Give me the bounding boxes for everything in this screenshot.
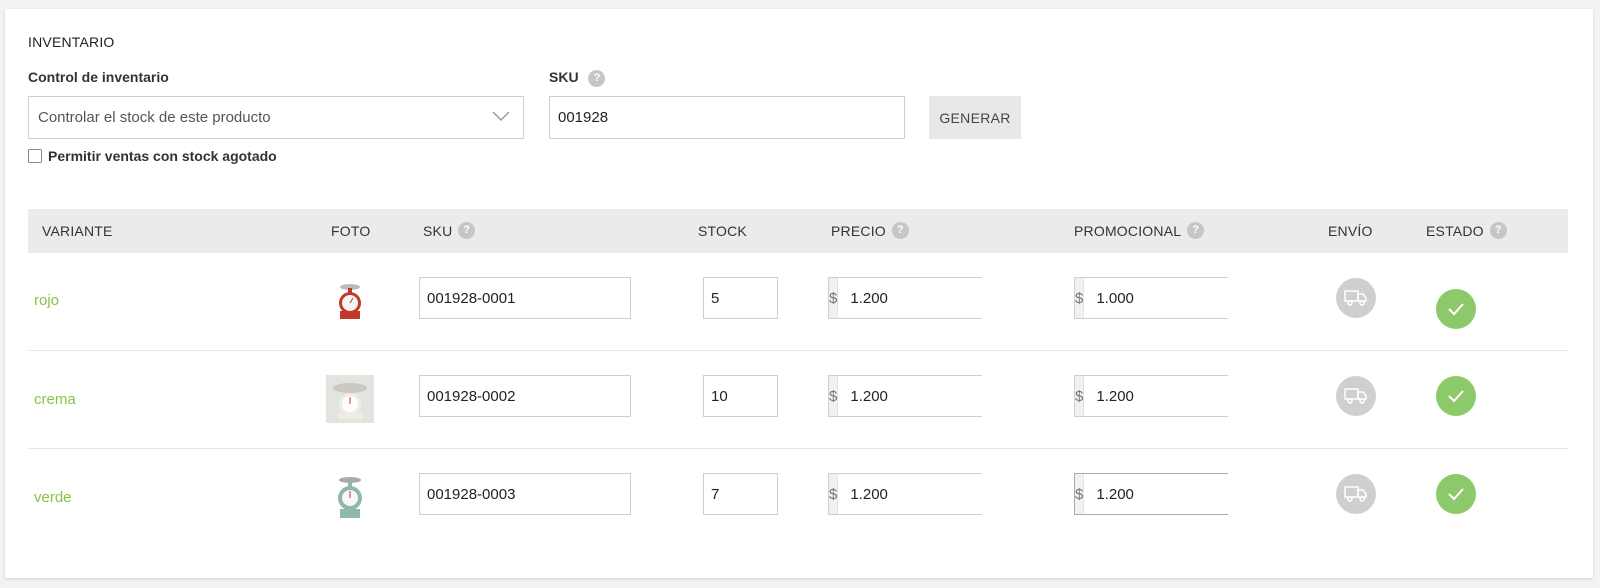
promo-price-field[interactable]: $ bbox=[1074, 375, 1308, 417]
inventory-control-value: Controlar el stock de este producto bbox=[38, 109, 271, 126]
price-input[interactable] bbox=[838, 474, 1062, 514]
header-price-group: PRECIO? bbox=[831, 222, 909, 240]
promo-price-field[interactable]: $ bbox=[1074, 277, 1308, 319]
variant-sku-input[interactable] bbox=[419, 375, 631, 417]
shipping-toggle[interactable] bbox=[1336, 474, 1376, 514]
truck-icon bbox=[1344, 388, 1367, 404]
shipping-toggle[interactable] bbox=[1336, 376, 1376, 416]
truck-icon bbox=[1344, 486, 1367, 502]
allow-backorder-checkbox[interactable] bbox=[28, 149, 42, 163]
help-icon[interactable]: ? bbox=[588, 69, 606, 87]
variant-sku-input[interactable] bbox=[419, 473, 631, 515]
stock-input[interactable] bbox=[703, 277, 778, 319]
header-status: ESTADO bbox=[1426, 223, 1484, 239]
generate-button[interactable]: GENERAR bbox=[929, 96, 1021, 139]
variants-table-header: VARIANTE FOTO SKU? STOCK PRECIO? PROMOCI… bbox=[28, 209, 1568, 253]
stock-input[interactable] bbox=[703, 375, 778, 417]
truck-icon bbox=[1344, 290, 1367, 306]
promo-price-input[interactable] bbox=[1084, 474, 1308, 514]
help-icon[interactable]: ? bbox=[458, 222, 476, 240]
header-variant: VARIANTE bbox=[42, 223, 113, 239]
status-toggle[interactable] bbox=[1436, 376, 1476, 416]
check-icon bbox=[1448, 488, 1464, 501]
header-sku-group: SKU? bbox=[423, 222, 476, 240]
sku-label: SKU bbox=[549, 69, 579, 85]
check-icon bbox=[1448, 303, 1464, 316]
currency-symbol: $ bbox=[829, 376, 839, 416]
table-row: verde $ $ bbox=[28, 449, 1568, 547]
variant-name[interactable]: verde bbox=[34, 489, 72, 506]
help-icon[interactable]: ? bbox=[1489, 222, 1507, 240]
currency-symbol: $ bbox=[1075, 474, 1085, 514]
variant-sku-input[interactable] bbox=[419, 277, 631, 319]
price-field[interactable]: $ bbox=[828, 277, 1062, 319]
promo-price-input[interactable] bbox=[1084, 376, 1308, 416]
chevron-down-icon bbox=[492, 111, 510, 122]
currency-symbol: $ bbox=[1075, 278, 1085, 318]
currency-symbol: $ bbox=[829, 278, 839, 318]
header-stock: STOCK bbox=[698, 223, 747, 239]
promo-price-input[interactable] bbox=[1084, 278, 1308, 318]
red-scale-photo[interactable] bbox=[326, 277, 374, 325]
table-row: crema $ $ bbox=[28, 351, 1568, 449]
stock-input[interactable] bbox=[703, 473, 778, 515]
cream-scale-photo[interactable] bbox=[326, 375, 374, 423]
price-field[interactable]: $ bbox=[828, 375, 1062, 417]
allow-backorder-label: Permitir ventas con stock agotado bbox=[48, 148, 277, 164]
status-toggle[interactable] bbox=[1436, 474, 1476, 514]
variant-name[interactable]: crema bbox=[34, 391, 76, 408]
promo-price-field[interactable]: $ bbox=[1074, 473, 1308, 515]
price-input[interactable] bbox=[838, 278, 1062, 318]
green-scale-photo[interactable] bbox=[326, 473, 374, 521]
header-status-group: ESTADO? bbox=[1426, 222, 1507, 240]
header-photo: FOTO bbox=[331, 223, 371, 239]
header-price: PRECIO bbox=[831, 223, 886, 239]
inventory-control-label: Control de inventario bbox=[28, 69, 169, 85]
section-title: INVENTARIO bbox=[28, 34, 115, 50]
shipping-toggle[interactable] bbox=[1336, 278, 1376, 318]
sku-input[interactable] bbox=[549, 96, 905, 139]
header-sku: SKU bbox=[423, 223, 453, 239]
price-field[interactable]: $ bbox=[828, 473, 1062, 515]
help-icon[interactable]: ? bbox=[1187, 222, 1205, 240]
price-input[interactable] bbox=[838, 376, 1062, 416]
status-toggle[interactable] bbox=[1436, 289, 1476, 329]
header-promo: PROMOCIONAL bbox=[1074, 223, 1182, 239]
help-icon[interactable]: ? bbox=[891, 222, 909, 240]
currency-symbol: $ bbox=[829, 474, 839, 514]
currency-symbol: $ bbox=[1075, 376, 1085, 416]
check-icon bbox=[1448, 390, 1464, 403]
allow-backorder-row: Permitir ventas con stock agotado bbox=[28, 148, 277, 164]
sku-label-group: SKU ? bbox=[549, 69, 606, 87]
table-row: rojo $ $ bbox=[28, 253, 1568, 351]
inventory-control-select[interactable]: Controlar el stock de este producto bbox=[28, 96, 524, 139]
variant-name[interactable]: rojo bbox=[34, 292, 59, 309]
header-shipping: ENVÍO bbox=[1328, 223, 1373, 239]
inventory-card: INVENTARIO Control de inventario Control… bbox=[5, 9, 1593, 578]
header-promo-group: PROMOCIONAL? bbox=[1074, 222, 1205, 240]
